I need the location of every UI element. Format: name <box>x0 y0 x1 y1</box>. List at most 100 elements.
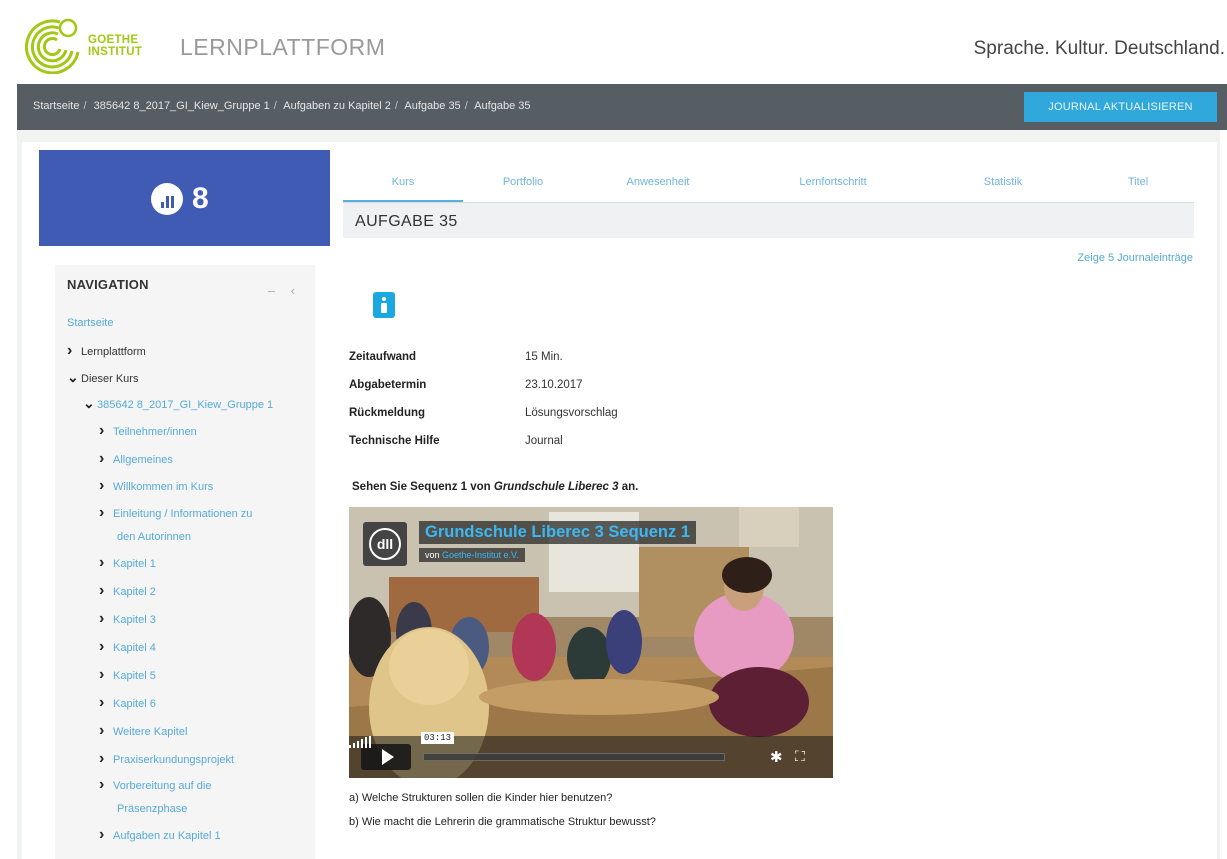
fullscreen-icon[interactable]: ⛶ <box>795 748 805 765</box>
meta-label: Abgabetermin <box>349 379 427 391</box>
nav-item-label: Kapitel 2 <box>113 586 156 598</box>
play-icon <box>381 749 394 765</box>
instruction-title: Grundschule Liberec 3 <box>493 481 619 493</box>
breadcrumb-bar: Startseite/ 385642 8_2017_GI_Kiew_Gruppe… <box>17 84 1227 130</box>
video-controls: 03:13 ✱ ⛶ <box>349 732 833 778</box>
chevron-right-icon: › <box>99 477 105 494</box>
nav-item-label: Startseite <box>67 317 114 329</box>
nav-item[interactable]: › Kapitel 3 <box>99 609 156 630</box>
goethe-logo-icon[interactable] <box>22 14 82 74</box>
chevron-right-icon: › <box>99 638 105 655</box>
chevron-right-icon: › <box>99 722 105 739</box>
question-b: b) Wie macht die Lehrerin die grammatisc… <box>349 816 656 828</box>
breadcrumb-item[interactable]: 385642 8_2017_GI_Kiew_Gruppe 1 <box>94 100 270 112</box>
task-instruction: Sehen Sie Sequenz 1 von Grundschule Libe… <box>352 481 638 493</box>
nav-item[interactable]: Startseite <box>67 313 113 333</box>
nav-item[interactable]: › Kapitel 6 <box>99 693 156 714</box>
byline-prefix: von <box>425 550 443 560</box>
page-title-bar: AUFGABE 35 <box>343 202 1194 238</box>
nav-item[interactable]: ⌄ 385642 8_2017_GI_Kiew_Gruppe 1 <box>83 393 273 415</box>
nav-item-label: Dieser Kurs <box>81 373 139 385</box>
nav-item[interactable]: › Kapitel 2 <box>99 581 156 602</box>
nav-item-label: Präsenzphase <box>117 803 188 815</box>
chevron-right-icon: › <box>67 342 73 359</box>
info-icon <box>373 292 395 318</box>
navigation-panel: NAVIGATION – ‹ Startseite › Lernplattform ⌄… <box>55 265 315 859</box>
chevron-right-icon: › <box>99 666 105 683</box>
nav-item[interactable]: › Allgemeines <box>99 449 173 470</box>
instruction-prefix: Sehen Sie Sequenz 1 von <box>352 481 494 493</box>
nav-item[interactable]: ⌄Aufgaben zu Kapitel 2 <box>99 853 221 859</box>
chevron-right-icon: › <box>99 554 105 571</box>
nav-item-label: Kapitel 5 <box>113 670 156 682</box>
channel-logo[interactable]: dll <box>363 522 407 566</box>
breadcrumb-item[interactable]: Startseite <box>33 100 79 112</box>
nav-item[interactable]: › Teilnehmer/innen <box>99 421 197 442</box>
nav-item[interactable]: den Autorinnen <box>117 527 191 547</box>
platform-name: LERNPLATTFORM <box>180 34 386 60</box>
course-number: 8 <box>192 182 209 215</box>
meta-value: 23.10.2017 <box>525 379 583 391</box>
navigation-dock-controls[interactable]: – ‹ <box>268 283 301 298</box>
nav-item-label: Kapitel 4 <box>113 642 156 654</box>
tab-statistik[interactable]: Statistik <box>943 166 1063 202</box>
tab-titel[interactable]: Titel <box>1083 166 1193 202</box>
chevron-right-icon: › <box>99 422 105 439</box>
chevron-right-icon: › <box>99 582 105 599</box>
logo-line-2: INSTITUT <box>88 46 143 58</box>
tab-anwesenheit[interactable]: Anwesenheit <box>588 166 728 202</box>
journal-help-link[interactable]: Journal <box>525 435 563 447</box>
nav-item-label: Lernplattform <box>81 346 146 358</box>
nav-item-label: Teilnehmer/innen <box>113 426 197 438</box>
tab-kurs[interactable]: Kurs <box>343 166 463 202</box>
meta-label: Technische Hilfe <box>349 435 440 447</box>
nav-item-label: Allgemeines <box>113 454 173 466</box>
nav-item-label: Weitere Kapitel <box>113 726 188 738</box>
tab-lernfortschritt[interactable]: Lernfortschritt <box>763 166 903 202</box>
breadcrumb-item[interactable]: Aufgabe 35 <box>404 100 460 112</box>
nav-item[interactable]: › Lernplattform <box>67 341 146 362</box>
video-author-link[interactable]: Goethe-Institut e.V. <box>442 550 519 560</box>
nav-item[interactable]: › Kapitel 4 <box>99 637 156 658</box>
tab-portfolio[interactable]: Portfolio <box>463 166 583 202</box>
course-badge[interactable]: 8 <box>39 150 330 246</box>
logo-wordmark: GOETHE INSTITUT <box>88 34 142 58</box>
nav-item-label: Kapitel 3 <box>113 614 156 626</box>
nav-item-label: Praxiserkundungsprojekt <box>113 754 235 766</box>
nav-item[interactable]: › Einleitung / Informationen zu <box>99 503 252 524</box>
nav-item[interactable]: › Kapitel 5 <box>99 665 156 686</box>
journal-refresh-button[interactable]: JOURNAL AKTUALISIEREN <box>1024 92 1217 122</box>
nav-item[interactable]: › Weitere Kapitel <box>99 721 187 742</box>
logo-line-1: GOETHE <box>88 34 139 46</box>
nav-item-label: Kapitel 1 <box>113 558 156 570</box>
navigation-title: NAVIGATION <box>67 277 149 292</box>
chevron-down-icon: ⌄ <box>99 853 113 859</box>
nav-item-label: Kapitel 6 <box>113 698 156 710</box>
page-title: AUFGABE 35 <box>355 213 458 230</box>
volume-icon[interactable] <box>349 736 379 748</box>
nav-item[interactable]: › Willkommen im Kurs <box>99 476 213 497</box>
nav-item[interactable]: ⌄ Dieser Kurs <box>67 367 138 389</box>
chevron-right-icon: › <box>99 826 105 843</box>
nav-item[interactable]: Präsenzphase <box>117 799 187 819</box>
chevron-right-icon: › <box>99 750 105 767</box>
channel-logo-text: dll <box>376 536 394 552</box>
nav-item[interactable]: › Vorbereitung auf die <box>99 775 211 796</box>
nav-item-label: den Autorinnen <box>117 531 192 543</box>
progress-bar[interactable] <box>423 753 725 761</box>
nav-item[interactable]: › Kapitel 1 <box>99 553 156 574</box>
tagline: Sprache. Kultur. Deutschland. <box>973 38 1225 59</box>
settings-gear-icon[interactable]: ✱ <box>770 748 783 766</box>
video-title[interactable]: Grundschule Liberec 3 Sequenz 1 <box>419 521 696 544</box>
breadcrumb-item[interactable]: Aufgaben zu Kapitel 2 <box>283 100 391 112</box>
nav-item[interactable]: › Aufgaben zu Kapitel 1 <box>99 825 221 846</box>
question-a: a) Welche Strukturen sollen die Kinder h… <box>349 792 613 804</box>
site-header: GOETHE INSTITUT LERNPLATTFORM Sprache. K… <box>0 0 1227 84</box>
course-tabs: Kurs Portfolio Anwesenheit Lernfortschri… <box>343 166 1193 202</box>
nav-item[interactable]: › Praxiserkundungsprojekt <box>99 749 234 770</box>
journal-entries-link[interactable]: Zeige 5 Journaleinträge <box>1077 252 1193 264</box>
breadcrumb-item[interactable]: Aufgabe 35 <box>474 100 530 112</box>
chevron-right-icon: › <box>99 610 105 627</box>
video-player[interactable]: dll Grundschule Liberec 3 Sequenz 1 von … <box>349 507 833 778</box>
chevron-down-icon: ⌄ <box>83 395 95 411</box>
